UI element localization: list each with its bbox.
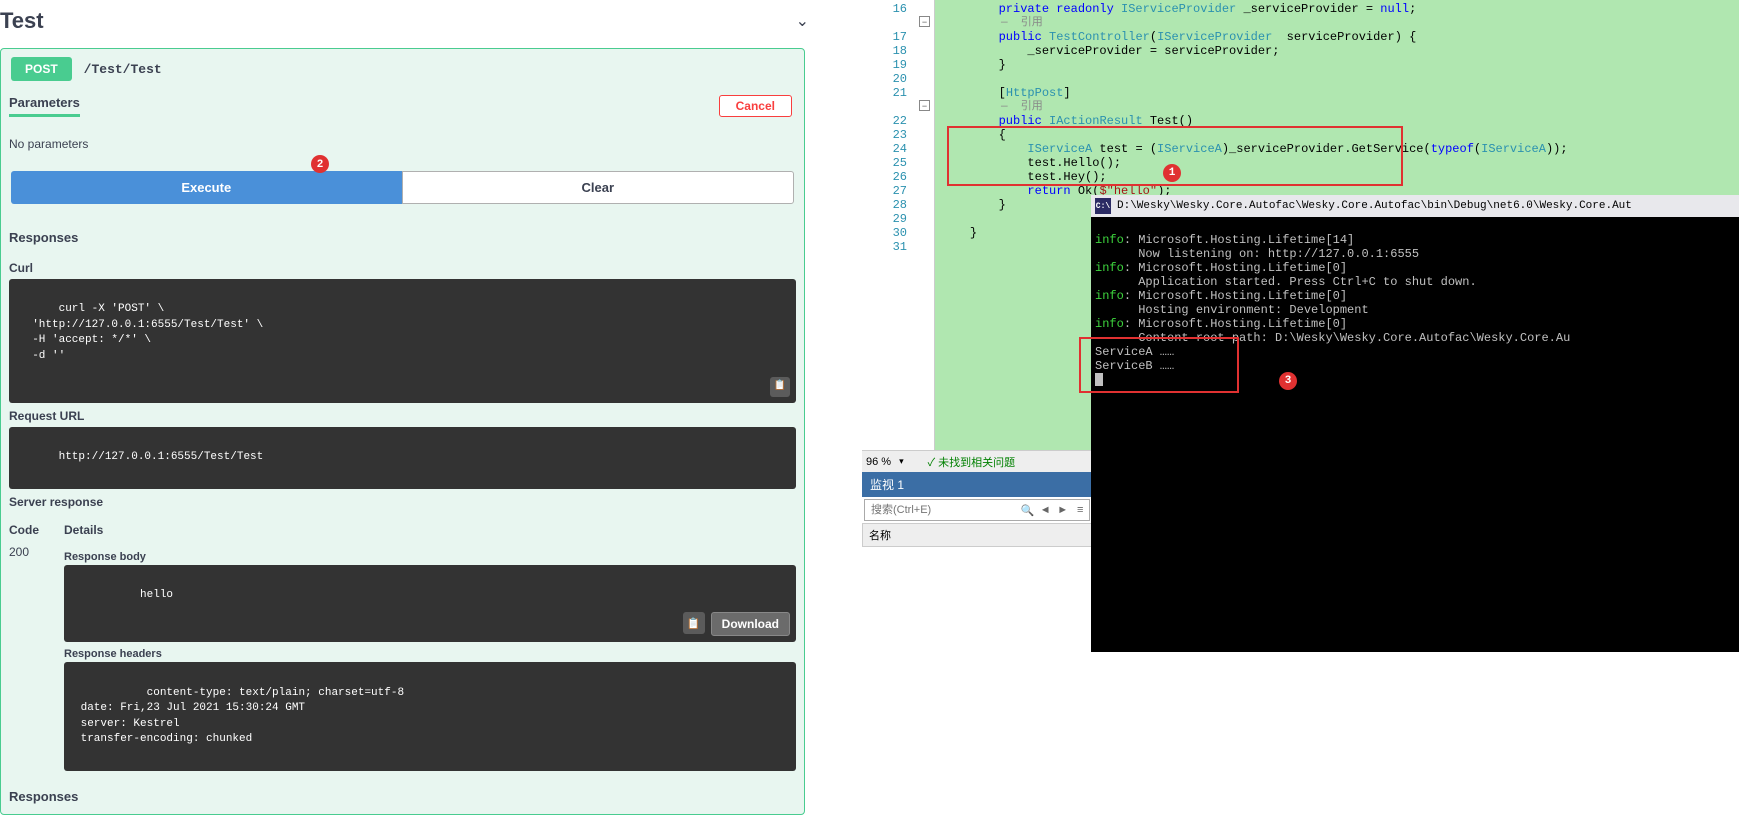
parameters-row: Parameters Cancel: [1, 89, 804, 123]
curl-block[interactable]: curl -X 'POST' \ 'http://127.0.0.1:6555/…: [9, 279, 796, 403]
watch-column-name[interactable]: 名称: [862, 523, 1092, 547]
copy-icon[interactable]: 📋: [770, 377, 790, 397]
operation-title: Test: [0, 8, 44, 34]
cancel-button[interactable]: Cancel: [719, 95, 792, 117]
annotation-box-3: [1079, 337, 1239, 393]
request-url-text: http://127.0.0.1:6555/Test/Test: [59, 451, 264, 463]
curl-label: Curl: [1, 255, 804, 279]
no-issues-indicator[interactable]: ✓ 未找到相关问题: [928, 454, 1016, 470]
search-icon[interactable]: 🔍: [1019, 504, 1037, 517]
no-parameters-text: No parameters 2: [1, 123, 804, 171]
responses-heading: Responses: [1, 218, 804, 255]
operation-title-row[interactable]: Test ⌄: [0, 0, 813, 48]
operation-header[interactable]: POST /Test/Test: [1, 49, 804, 89]
download-button[interactable]: Download: [711, 612, 790, 636]
annotation-badge-2: 2: [311, 155, 329, 173]
depth-icon[interactable]: ≡: [1072, 504, 1090, 516]
copy-response-icon[interactable]: 📋: [683, 612, 705, 634]
console-app-icon: C:\: [1095, 198, 1111, 214]
reference-hint[interactable]: — 引用: [941, 16, 1739, 30]
response-header-row: Code Details: [1, 513, 804, 543]
clear-button[interactable]: Clear: [402, 171, 795, 204]
watch-panel: 监视 1 🔍 ◄ ► ≡ 名称: [862, 472, 1092, 547]
annotation-badge-3: 3: [1279, 372, 1297, 390]
console-output[interactable]: info: info: Microsoft.Hosting.Lifetime[1…: [1091, 217, 1739, 434]
fold-box-icon[interactable]: −: [919, 100, 930, 111]
dropdown-icon[interactable]: ▾: [899, 456, 904, 467]
details-header: Details: [64, 523, 103, 537]
nav-right-icon[interactable]: ►: [1054, 504, 1072, 516]
reference-hint[interactable]: — 引用: [941, 100, 1739, 114]
fold-box-icon[interactable]: −: [919, 16, 930, 27]
annotation-badge-1: 1: [1163, 164, 1181, 182]
execute-button[interactable]: Execute: [11, 171, 402, 204]
response-headers-label: Response headers: [64, 642, 796, 662]
operation-box: POST /Test/Test Parameters Cancel No par…: [0, 48, 805, 815]
console-window[interactable]: C:\ D:\Wesky\Wesky.Core.Autofac\Wesky.Co…: [1091, 195, 1739, 652]
request-url-block[interactable]: http://127.0.0.1:6555/Test/Test: [9, 427, 796, 489]
watch-header[interactable]: 监视 1: [862, 472, 1092, 497]
code-header: Code: [9, 523, 64, 537]
watch-search-row: 🔍 ◄ ► ≡: [864, 499, 1090, 521]
nav-left-icon[interactable]: ◄: [1037, 504, 1055, 516]
console-title-text: D:\Wesky\Wesky.Core.Autofac\Wesky.Core.A…: [1117, 200, 1632, 212]
fold-column[interactable]: − −: [917, 0, 935, 450]
action-buttons-row: Execute Clear: [1, 171, 804, 218]
endpoint-path: /Test/Test: [84, 62, 162, 77]
response-body-text: hello: [140, 589, 173, 601]
status-code-200: 200: [9, 545, 64, 771]
response-headers-block[interactable]: content-type: text/plain; charset=utf-8 …: [64, 662, 796, 770]
curl-text: curl -X 'POST' \ 'http://127.0.0.1:6555/…: [19, 303, 263, 361]
parameters-tab[interactable]: Parameters: [9, 95, 80, 117]
server-response-label: Server response: [1, 489, 804, 513]
watch-search-input[interactable]: [865, 502, 1019, 518]
responses-bottom-heading: Responses: [1, 773, 804, 814]
response-body-label: Response body: [64, 545, 796, 565]
response-body-block[interactable]: hello 📋 Download: [64, 565, 796, 643]
no-params-label: No parameters: [9, 137, 88, 151]
line-number-gutter: 16171819202122232425262728293031: [862, 0, 917, 450]
console-titlebar[interactable]: C:\ D:\Wesky\Wesky.Core.Autofac\Wesky.Co…: [1091, 195, 1739, 217]
method-badge: POST: [11, 57, 72, 81]
response-headers-text: content-type: text/plain; charset=utf-8 …: [74, 687, 411, 745]
zoom-level[interactable]: 96 %: [866, 456, 891, 468]
editor-status-bar: 96 % ▾ ✓ 未找到相关问题: [862, 450, 1092, 472]
request-url-label: Request URL: [1, 403, 804, 427]
chevron-down-icon[interactable]: ⌄: [796, 11, 809, 31]
swagger-panel: Test ⌄ POST /Test/Test Parameters Cancel…: [0, 0, 813, 652]
